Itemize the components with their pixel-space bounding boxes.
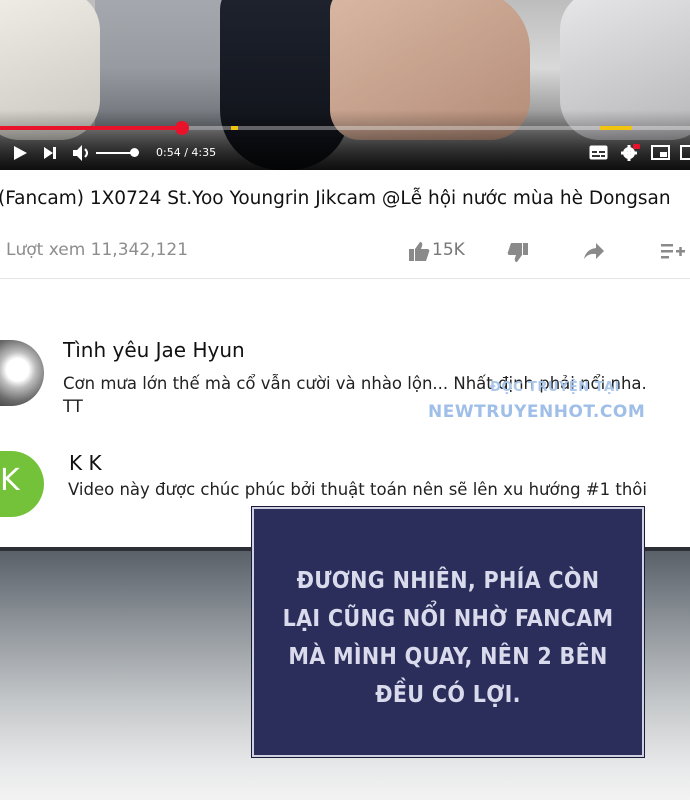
captions-icon[interactable] xyxy=(589,145,608,160)
thumbs-down-icon[interactable] xyxy=(507,242,529,263)
thumbs-up-icon[interactable] xyxy=(408,241,430,262)
next-icon[interactable] xyxy=(43,146,57,160)
avatar[interactable] xyxy=(0,340,44,406)
volume-icon[interactable] xyxy=(72,144,92,162)
settings-icon[interactable] xyxy=(620,143,640,161)
miniplayer-icon[interactable] xyxy=(651,145,670,160)
add-to-playlist-icon[interactable] xyxy=(661,241,685,261)
ad-marker xyxy=(600,126,632,130)
video-controls-gradient xyxy=(0,110,690,170)
narration-line: LẠI CŨNG NỔI NHỜ FANCAM xyxy=(282,606,614,632)
progress-played xyxy=(0,126,183,130)
watermark: NEWTRUYENHOT.COM xyxy=(428,402,646,422)
time-display: 0:54 / 4:35 xyxy=(156,146,217,159)
share-icon[interactable] xyxy=(583,242,605,260)
comment-text: Video này được chúc phúc bởi thuật toán … xyxy=(68,480,647,499)
like-count: 15K xyxy=(432,240,465,260)
narration-line: MÀ MÌNH QUAY, NÊN 2 BÊN xyxy=(288,644,608,670)
play-icon[interactable] xyxy=(12,145,28,161)
watermark-caption: ĐỌC TRUYỆN TẠI xyxy=(490,380,620,395)
narration-line: ĐƯƠNG NHIÊN, PHÍA CÒN xyxy=(296,568,600,594)
ad-marker xyxy=(231,126,238,130)
narration-text: ĐƯƠNG NHIÊN, PHÍA CÒN LẠI CŨNG NỔI NHỜ F… xyxy=(252,562,644,714)
narration-line: ĐỀU CÓ LỢI. xyxy=(375,682,521,708)
theater-icon[interactable] xyxy=(680,145,690,160)
volume-knob[interactable] xyxy=(130,148,139,157)
view-count: Lượt xem 11,342,121 xyxy=(6,240,189,260)
divider xyxy=(0,278,690,279)
volume-slider[interactable] xyxy=(96,152,134,154)
video-title[interactable]: (Fancam) 1X0724 St.Yoo Youngrin Jikcam @… xyxy=(0,188,690,209)
comment-author[interactable]: K K xyxy=(69,451,102,475)
comment-author[interactable]: Tình yêu Jae Hyun xyxy=(63,338,245,362)
avatar-letter: K xyxy=(0,463,20,498)
video-player[interactable]: 0:54 / 4:35 xyxy=(0,0,690,170)
